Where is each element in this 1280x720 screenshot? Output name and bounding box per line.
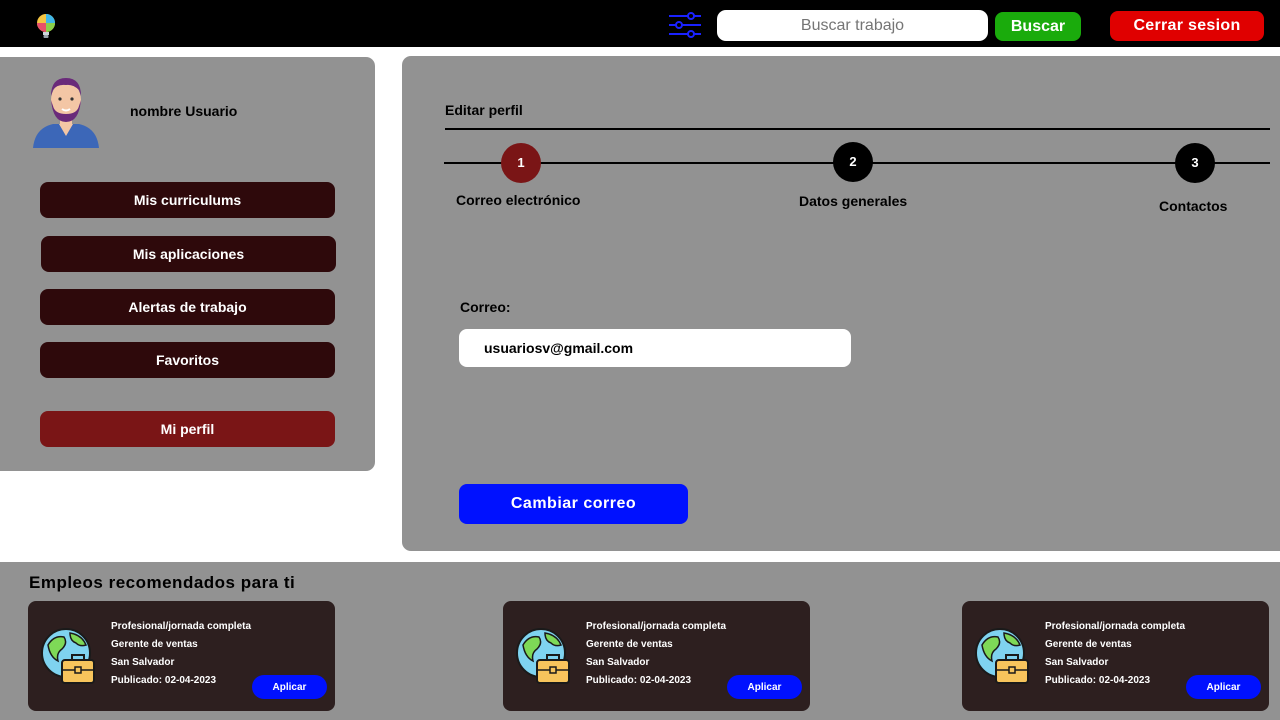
globe-briefcase-icon [515, 627, 571, 685]
sidebar: nombre Usuario Mis curriculums Mis aplic… [0, 57, 375, 471]
sliders-icon[interactable] [667, 11, 703, 39]
job-published-date: Publicado: 02-04-2023 [1045, 675, 1151, 686]
sidebar-item-my-profile[interactable]: Mi perfil [40, 411, 335, 447]
job-published-date: Publicado: 02-04-2023 [111, 675, 217, 686]
sidebar-item-curriculums[interactable]: Mis curriculums [40, 182, 335, 218]
username: nombre Usuario [130, 103, 238, 119]
globe-briefcase-icon [974, 627, 1030, 685]
lightbulb-palette-icon[interactable] [34, 12, 58, 40]
step-2-label: Datos generales [799, 193, 908, 209]
logout-button[interactable]: Cerrar sesion [1110, 11, 1264, 41]
search-input[interactable] [717, 10, 988, 41]
step-3-circle[interactable]: 3 [1175, 143, 1215, 183]
title-divider [445, 128, 1270, 130]
sidebar-item-applications[interactable]: Mis aplicaciones [41, 236, 336, 272]
job-card[interactable]: Profesional/jornada completa Gerente de … [28, 601, 335, 711]
step-1-circle[interactable]: 1 [501, 143, 541, 183]
job-type: Profesional/jornada completa [1045, 621, 1186, 632]
apply-button[interactable]: Aplicar [1186, 675, 1261, 699]
job-location: San Salvador [586, 657, 650, 668]
apply-button[interactable]: Aplicar [252, 675, 327, 699]
job-position: Gerente de ventas [111, 639, 198, 650]
email-label: Correo: [460, 299, 511, 315]
job-card[interactable]: Profesional/jornada completa Gerente de … [503, 601, 810, 711]
email-field[interactable] [459, 329, 851, 367]
apply-button[interactable]: Aplicar [727, 675, 802, 699]
job-type: Profesional/jornada completa [586, 621, 727, 632]
user-avatar-icon [33, 76, 99, 148]
sidebar-item-job-alerts[interactable]: Alertas de trabajo [40, 289, 335, 325]
edit-profile-panel: Editar perfil 1 Correo electrónico 2 Dat… [402, 56, 1280, 551]
page-title: Editar perfil [445, 102, 523, 118]
globe-briefcase-icon [40, 627, 96, 685]
job-position: Gerente de ventas [586, 639, 673, 650]
top-bar: Buscar Cerrar sesion [0, 0, 1280, 47]
search-button[interactable]: Buscar [995, 12, 1081, 41]
job-type: Profesional/jornada completa [111, 621, 252, 632]
job-position: Gerente de ventas [1045, 639, 1132, 650]
job-card[interactable]: Profesional/jornada completa Gerente de … [962, 601, 1269, 711]
sidebar-item-favorites[interactable]: Favoritos [40, 342, 335, 378]
job-location: San Salvador [111, 657, 175, 668]
change-email-button[interactable]: Cambiar correo [459, 484, 688, 524]
recommended-jobs-section: Empleos recomendados para ti Profesional… [0, 562, 1280, 720]
job-location: San Salvador [1045, 657, 1109, 668]
section-title: Empleos recomendados para ti [29, 573, 296, 592]
step-2-circle[interactable]: 2 [833, 142, 873, 182]
job-published-date: Publicado: 02-04-2023 [586, 675, 692, 686]
step-1-label: Correo electrónico [456, 192, 581, 208]
step-3-label: Contactos [1159, 198, 1228, 214]
